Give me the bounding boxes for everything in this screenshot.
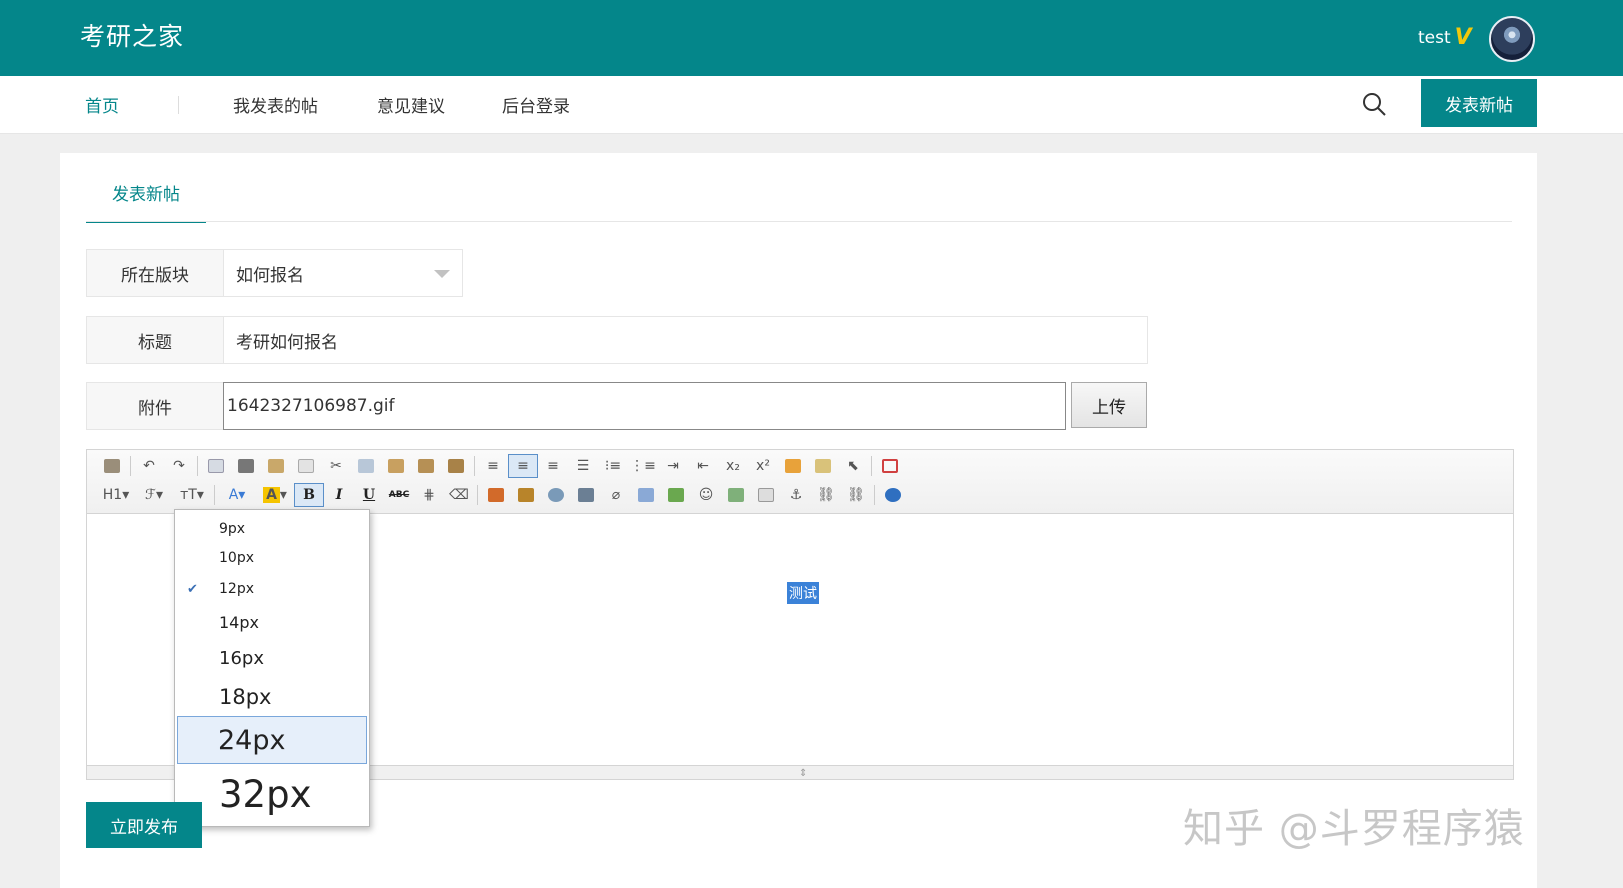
nav-item-my-posts[interactable]: 我发表的帖: [233, 92, 318, 117]
undo-icon[interactable]: ↶: [134, 454, 164, 478]
superscript-icon[interactable]: x²: [748, 454, 778, 478]
font-size-option[interactable]: 18px: [177, 678, 367, 716]
italic-button[interactable]: I: [324, 483, 354, 507]
font-size-option[interactable]: 10px: [177, 544, 367, 572]
cursor-icon[interactable]: ⬉: [838, 454, 868, 478]
paste-word-icon[interactable]: [441, 454, 471, 478]
insert-image-icon[interactable]: [481, 483, 511, 507]
clear-format-icon[interactable]: [778, 454, 808, 478]
map-icon[interactable]: [721, 483, 751, 507]
preview-icon[interactable]: [201, 454, 231, 478]
new-post-button[interactable]: 发表新帖: [1421, 79, 1537, 127]
insert-video-icon[interactable]: [571, 483, 601, 507]
attachment-input-value: 1642327106987.gif: [227, 396, 395, 416]
selected-text[interactable]: 测试: [787, 582, 819, 604]
font-size-dropdown[interactable]: тT ▾: [173, 483, 211, 507]
insert-multi-image-icon[interactable]: [511, 483, 541, 507]
font-size-menu: 9px 10px ✔ 12px 14px 16px 18px 24px 32px: [174, 509, 370, 827]
unlink-icon[interactable]: ⛓: [841, 483, 871, 507]
nav-bar: 首页 我发表的帖 意见建议 后台登录: [0, 76, 1623, 134]
top-header: 考研之家 test V: [0, 0, 1623, 76]
nav-divider: [178, 96, 179, 114]
page-break-icon[interactable]: [751, 483, 781, 507]
title-input[interactable]: 考研如何报名: [223, 316, 1148, 364]
font-size-option[interactable]: 16px: [177, 640, 367, 676]
align-right-icon[interactable]: ≡: [538, 454, 568, 478]
tab-divider: [86, 221, 1512, 222]
table-icon[interactable]: [631, 483, 661, 507]
align-justify-icon[interactable]: ☰: [568, 454, 598, 478]
copy-icon[interactable]: [351, 454, 381, 478]
site-logo[interactable]: 考研之家: [80, 17, 184, 53]
heading-dropdown[interactable]: H1 ▾: [97, 483, 135, 507]
username[interactable]: test: [1418, 28, 1451, 48]
attachment-label: 附件: [86, 382, 224, 430]
board-label: 所在版块: [86, 249, 224, 297]
template-icon[interactable]: [261, 454, 291, 478]
paste-icon[interactable]: [381, 454, 411, 478]
tab-new-post[interactable]: 发表新帖: [86, 179, 206, 223]
align-center-icon[interactable]: ≡: [508, 454, 538, 478]
link-icon[interactable]: ⛓: [811, 483, 841, 507]
toolbar-row-1: ↶ ↷ ✂ ≡ ≡ ≡ ☰ ⁝≡ ⋮≡ ⇥ ⇤ x₂ x² ⬉: [97, 453, 905, 479]
horizontal-rule-icon[interactable]: ⋕: [414, 483, 444, 507]
board-select[interactable]: 如何报名: [223, 249, 463, 297]
title-input-value: 考研如何报名: [236, 332, 338, 353]
font-size-option-hovered[interactable]: 24px: [177, 716, 367, 764]
vip-badge-icon: V: [1454, 25, 1472, 50]
nav-item-feedback[interactable]: 意见建议: [377, 92, 445, 117]
outdent-icon[interactable]: ⇤: [688, 454, 718, 478]
attachment-input[interactable]: 1642327106987.gif: [223, 382, 1066, 430]
board-select-value: 如何报名: [236, 265, 304, 286]
search-icon[interactable]: [1360, 90, 1388, 118]
code-icon[interactable]: [291, 454, 321, 478]
subscript-icon[interactable]: x₂: [718, 454, 748, 478]
font-family-dropdown[interactable]: ℱ ▾: [135, 483, 173, 507]
upload-button[interactable]: 上传: [1071, 382, 1147, 428]
eraser-icon[interactable]: ⌫: [444, 483, 474, 507]
font-color-dropdown[interactable]: A ▾: [218, 483, 256, 507]
source-icon[interactable]: [97, 454, 127, 478]
publish-button[interactable]: 立即发布: [86, 802, 202, 848]
insert-flash-icon[interactable]: [541, 483, 571, 507]
attachment-icon[interactable]: ⌀: [601, 483, 631, 507]
font-size-option[interactable]: 14px: [177, 606, 367, 638]
font-size-option[interactable]: 9px: [177, 516, 367, 542]
redo-icon[interactable]: ↷: [164, 454, 194, 478]
align-left-icon[interactable]: ≡: [478, 454, 508, 478]
font-size-option-checked[interactable]: ✔ 12px: [177, 574, 367, 604]
print-icon[interactable]: [231, 454, 261, 478]
underline-button[interactable]: U: [354, 483, 384, 507]
watermark: 知乎 @斗罗程序猿: [1183, 806, 1525, 852]
cut-icon[interactable]: ✂: [321, 454, 351, 478]
checkmark-icon: ✔: [187, 581, 198, 597]
select-all-icon[interactable]: [808, 454, 838, 478]
resize-grip-icon[interactable]: ⇕: [799, 768, 807, 779]
help-icon[interactable]: [878, 483, 908, 507]
toolbar-row-2: H1 ▾ ℱ ▾ тT ▾ A ▾ A ▾ B I U ABC ⋕ ⌫ ⌀ ☺ ⚓ ⛓ ⛓: [97, 482, 908, 508]
insert-code-icon[interactable]: [661, 483, 691, 507]
user-menu[interactable]: test V: [1418, 27, 1472, 49]
avatar[interactable]: [1489, 16, 1535, 62]
unordered-list-icon[interactable]: ⋮≡: [628, 454, 658, 478]
title-label: 标题: [86, 316, 224, 364]
emoticon-icon[interactable]: ☺: [691, 483, 721, 507]
anchor-icon[interactable]: ⚓: [781, 483, 811, 507]
strikethrough-button[interactable]: ABC: [384, 483, 414, 507]
nav-item-admin-login[interactable]: 后台登录: [502, 92, 570, 117]
fullscreen-icon[interactable]: [875, 454, 905, 478]
highlight-color-dropdown[interactable]: A ▾: [256, 483, 294, 507]
font-size-option[interactable]: 32px: [177, 766, 367, 822]
ordered-list-icon[interactable]: ⁝≡: [598, 454, 628, 478]
chevron-down-icon: [434, 270, 450, 278]
paste-text-icon[interactable]: [411, 454, 441, 478]
bold-button[interactable]: B: [294, 483, 324, 507]
editor-toolbar: ↶ ↷ ✂ ≡ ≡ ≡ ☰ ⁝≡ ⋮≡ ⇥ ⇤ x₂ x² ⬉ H1 ▾ ℱ ▾…: [87, 450, 1513, 514]
nav-item-home[interactable]: 首页: [85, 92, 119, 117]
indent-icon[interactable]: ⇥: [658, 454, 688, 478]
